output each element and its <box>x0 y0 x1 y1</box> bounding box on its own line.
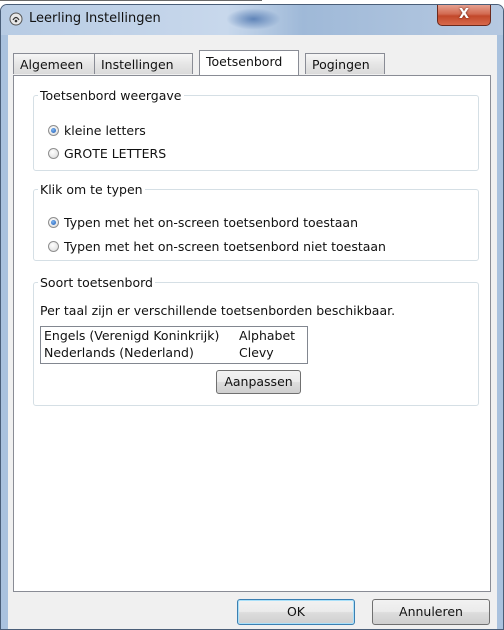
title-glow <box>226 8 281 30</box>
list-item[interactable]: Nederlands (Nederland) Clevy <box>44 345 306 362</box>
top-divider <box>0 0 262 1</box>
radio-label: Typen met het on-screen toetsenbord niet… <box>64 239 386 254</box>
group-legend: Toetsenbord weergave <box>40 88 182 103</box>
radio-uppercase[interactable]: GROTE LETTERS <box>48 146 166 161</box>
tab-label: Algemeen <box>20 57 84 72</box>
group-click-to-type: Klik om te typen Typen met het on-screen… <box>33 182 479 261</box>
customize-button[interactable]: Aanpassen <box>216 370 301 394</box>
group-keyboard-display: Toetsenbord weergave kleine letters GROT… <box>33 88 479 171</box>
tab-algemeen[interactable]: Algemeen <box>13 53 95 74</box>
ok-button[interactable]: OK <box>237 599 355 625</box>
close-icon: X <box>458 7 470 22</box>
group-keyboard-type: Soort toetsenbord Per taal zijn er versc… <box>33 275 479 406</box>
radio-allow-onscreen[interactable]: Typen met het on-screen toetsenbord toes… <box>48 215 358 230</box>
cancel-button[interactable]: Annuleren <box>372 599 490 625</box>
radio-disallow-onscreen[interactable]: Typen met het on-screen toetsenbord niet… <box>48 239 386 254</box>
tab-instellingen[interactable]: Instellingen <box>94 53 193 74</box>
group-legend: Klik om te typen <box>40 182 143 197</box>
tab-panel-toetsenbord: Toetsenbord weergave kleine letters GROT… <box>13 75 491 592</box>
layout-cell: Alphabet <box>239 328 296 343</box>
tab-toetsenbord[interactable]: Toetsenbord <box>199 50 299 75</box>
tab-pogingen[interactable]: Pogingen <box>305 53 385 74</box>
tab-label: Pogingen <box>312 57 370 72</box>
title-bar[interactable]: Leerling Instellingen X <box>1 5 503 35</box>
keyboard-list[interactable]: Engels (Verenigd Koninkrijk) Alphabet Ne… <box>40 326 308 364</box>
window-title: Leerling Instellingen <box>29 11 161 26</box>
tab-label: Toetsenbord <box>206 54 283 69</box>
radio-unchecked-icon <box>48 241 59 252</box>
radio-checked-icon <box>48 217 59 228</box>
radio-label: GROTE LETTERS <box>64 146 167 161</box>
keyboard-type-description: Per taal zijn er verschillende toetsenbo… <box>40 303 396 318</box>
radio-label: kleine letters <box>64 123 146 138</box>
group-legend: Soort toetsenbord <box>40 275 153 290</box>
radio-checked-icon <box>48 125 59 136</box>
app-icon <box>9 12 23 26</box>
layout-cell: Clevy <box>239 345 274 360</box>
close-button[interactable]: X <box>437 5 491 26</box>
radio-unchecked-icon <box>48 148 59 159</box>
tab-label: Instellingen <box>101 57 174 72</box>
list-item[interactable]: Engels (Verenigd Koninkrijk) Alphabet <box>44 328 306 345</box>
radio-lowercase[interactable]: kleine letters <box>48 123 146 138</box>
radio-label: Typen met het on-screen toetsenbord toes… <box>64 215 359 230</box>
language-cell: Nederlands (Nederland) <box>44 345 194 360</box>
language-cell: Engels (Verenigd Koninkrijk) <box>44 328 220 343</box>
